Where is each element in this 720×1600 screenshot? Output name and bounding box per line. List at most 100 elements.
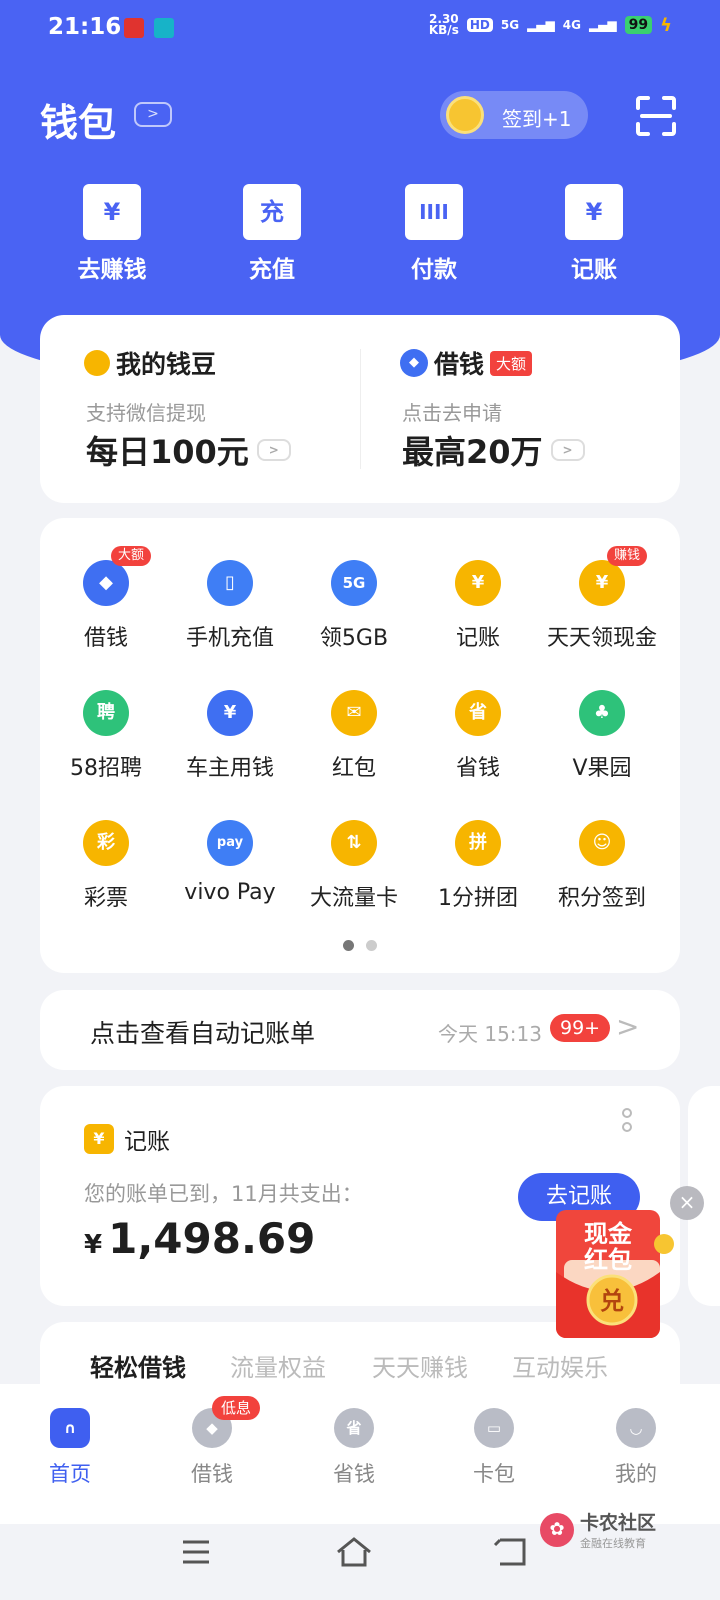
grid-label: 车主用钱 (185, 756, 274, 781)
grid-label: 天天领现金 (546, 626, 657, 651)
loan-heading: ◆ 借钱 大额 (400, 345, 533, 381)
ledger-amount: ¥1,498.69 (84, 1214, 315, 1263)
nav-icon-glyph: ▭ (486, 1419, 502, 1437)
nav-icon-glyph: ∩ (63, 1419, 77, 1437)
signal-5g-icon: 5G (500, 18, 520, 32)
top-action-1[interactable]: 充充值 (212, 184, 332, 284)
top-action-label: 付款 (411, 257, 457, 283)
grid-item-9[interactable]: ♣ V果园 (538, 690, 666, 782)
top-action-label: 充值 (249, 257, 295, 283)
nav-label: 我的 (615, 1462, 657, 1486)
battery-icon: 99 (624, 16, 653, 34)
beans-panel[interactable]: 我的钱豆 支持微信提现 每日100元 > (40, 315, 360, 503)
grid-icon: ☺ (579, 820, 625, 866)
grid-item-11[interactable]: pay vivo Pay (166, 820, 294, 905)
nav-icon-glyph: 省 (346, 1419, 362, 1437)
tab-data-benefits[interactable]: 流量权益 (230, 1348, 326, 1383)
grid-item-12[interactable]: ⇅ 大流量卡 (290, 820, 418, 912)
grid-item-13[interactable]: 拼 1分拼团 (414, 820, 542, 912)
menu-icon[interactable] (180, 1536, 212, 1568)
ledger-description: 您的账单已到，11月共支出： (84, 1182, 363, 1206)
kebab-dot (622, 1108, 632, 1118)
grid-icon-glyph: 省 (469, 702, 487, 723)
status-time: 21:16 (48, 14, 122, 40)
cash-redpacket-promo[interactable]: 现金 红包 兑 (556, 1210, 676, 1338)
watermark-subtitle: 金融在线教育 (580, 1537, 646, 1550)
loan-value-row: 最高20万 > (402, 427, 585, 473)
status-bar: 21:16 2.30 KB/s HD 5G ▂▄▆ 4G ▂▄▆ 99 ϟ (0, 0, 720, 58)
loan-title: 借钱 (434, 350, 485, 379)
grid-label: 彩票 (83, 886, 128, 911)
grid-label: 积分签到 (557, 886, 646, 911)
grid-label: 大流量卡 (309, 886, 398, 911)
currency-symbol: ¥ (84, 1230, 103, 1260)
grid-icon: ♣ (579, 690, 625, 736)
top-action-0[interactable]: ¥ 去赚钱 (52, 184, 172, 284)
hd-icon: HD (466, 18, 493, 32)
grid-item-0[interactable]: ◆ 大额 借钱 (42, 546, 170, 652)
nav-profile[interactable]: ◡ 我的 (576, 1408, 696, 1488)
status-right: 2.30 KB/s HD 5G ▂▄▆ 4G ▂▄▆ 99 ϟ (429, 13, 672, 36)
nav-card-wallet[interactable]: ▭ 卡包 (434, 1408, 554, 1488)
grid-item-3[interactable]: ¥ 记账 (414, 560, 542, 652)
grid-icon: ◆ 大额 (83, 546, 152, 606)
grid-icon-glyph: ☺ (592, 832, 612, 853)
auto-bill-text: 点击查看自动记账单 (90, 1019, 316, 1048)
top-action-glyph: 充 (260, 198, 284, 226)
ledger-title: 记账 (124, 1129, 170, 1155)
grid-icon-glyph: ◆ (99, 572, 113, 593)
nav-loan[interactable]: ◆ 低息 借钱 (152, 1396, 272, 1488)
grid-item-10[interactable]: 彩彩票 (42, 820, 170, 912)
charging-icon: ϟ (660, 14, 672, 36)
scan-icon[interactable] (636, 96, 676, 136)
top-action-3[interactable]: ¥ 记账 (534, 184, 654, 284)
auto-bill-time: 今天 15:13 (438, 1022, 542, 1046)
page-indicator (40, 936, 680, 955)
app-notification-icon (124, 18, 144, 38)
chevron-right-icon: > (616, 1010, 640, 1043)
top-action-glyph: IIII (419, 200, 449, 224)
grid-icon: ✉ (331, 690, 377, 736)
nav-label: 省钱 (333, 1462, 375, 1486)
close-icon[interactable]: × (670, 1186, 704, 1220)
coin-icon (446, 96, 484, 134)
grid-item-14[interactable]: ☺ 积分签到 (538, 820, 666, 912)
grid-icon-glyph: ▯ (225, 572, 235, 593)
grid-icon-glyph: 彩 (97, 832, 115, 853)
grid-badge: 大额 (111, 546, 152, 566)
tab-easy-loan[interactable]: 轻松借钱 (90, 1348, 186, 1383)
nav-save-icon: 省 (334, 1408, 374, 1448)
more-options-icon[interactable] (622, 1108, 632, 1136)
chevron-right-icon: > (550, 439, 585, 461)
grid-item-5[interactable]: 聘 58招聘 (42, 690, 170, 782)
grid-item-2[interactable]: 5G 领5GB (290, 560, 418, 652)
grid-item-4[interactable]: ¥ 赚钱 天天领现金 (538, 546, 666, 652)
nav-home[interactable]: ∩ 首页 (10, 1408, 130, 1488)
title-arrow-icon[interactable]: > (134, 102, 172, 127)
signin-button[interactable]: 签到+1 (440, 91, 588, 139)
grid-item-6[interactable]: ¥ 车主用钱 (166, 690, 294, 782)
grid-item-7[interactable]: ✉ 红包 (290, 690, 418, 782)
back-icon[interactable] (492, 1536, 528, 1568)
grid-item-8[interactable]: 省省钱 (414, 690, 542, 782)
loan-panel[interactable]: ◆ 借钱 大额 点击去申请 最高20万 > (356, 315, 676, 503)
nav-save[interactable]: 省省钱 (294, 1408, 414, 1488)
page-dot-active (343, 940, 354, 951)
grid-label: 58招聘 (70, 756, 142, 781)
grid-item-1[interactable]: ▯ 手机充值 (166, 560, 294, 652)
auto-bill-row[interactable]: 点击查看自动记账单 今天 15:13 99+ > (40, 990, 680, 1070)
grid-icon-glyph: 聘 (97, 702, 115, 723)
ledger-amount-value: 1,498.69 (108, 1214, 316, 1263)
tab-daily-earn[interactable]: 天天赚钱 (372, 1348, 468, 1383)
top-action-2[interactable]: IIII 付款 (374, 184, 494, 284)
nav-label: 借钱 (191, 1462, 233, 1486)
grid-icon-glyph: 5G (342, 574, 366, 592)
tab-entertainment[interactable]: 互动娱乐 (512, 1348, 608, 1383)
home-icon[interactable] (334, 1536, 374, 1568)
nav-label: 首页 (49, 1462, 91, 1486)
grid-badge: 赚钱 (607, 546, 648, 566)
grid-label: V果园 (572, 756, 632, 781)
page-dot (366, 940, 377, 951)
grid-icon: 聘 (83, 690, 129, 736)
summary-card: 我的钱豆 支持微信提现 每日100元 > ◆ 借钱 大额 点击去申请 最高20万… (40, 315, 680, 503)
